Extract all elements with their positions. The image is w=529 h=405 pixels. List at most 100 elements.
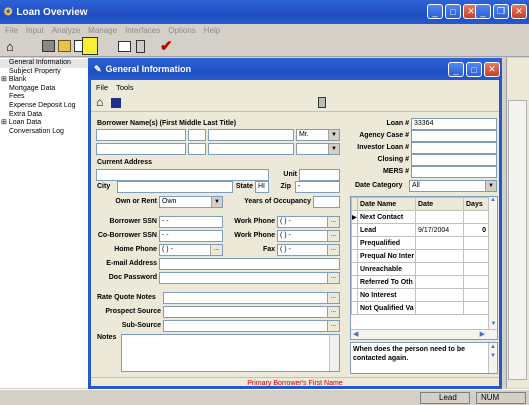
borrower-title-select[interactable]: Mr. ▼ xyxy=(296,129,340,141)
table-cell[interactable]: Prequal No Inter xyxy=(357,249,416,263)
scroll-left-icon[interactable]: ◀ xyxy=(353,330,358,338)
tree-item-loan-data[interactable]: ⊞ Loan Data xyxy=(0,119,90,128)
table-cell[interactable] xyxy=(415,288,464,302)
prospect-source-input[interactable]: ... xyxy=(163,306,340,318)
sub-source-input[interactable]: ... xyxy=(163,320,340,332)
table-cell[interactable]: 0 xyxy=(463,223,490,237)
coborrower-ssn-input[interactable]: - - xyxy=(159,230,223,242)
checkmark-icon[interactable]: ✔ xyxy=(160,37,173,55)
dialog-menu-file[interactable]: File xyxy=(96,83,108,92)
unit-input[interactable] xyxy=(299,169,340,181)
outer-close-button[interactable]: ✕ xyxy=(511,4,527,19)
outer-minimize-button[interactable]: _ xyxy=(475,4,491,19)
dialog-minimize-button[interactable]: _ xyxy=(448,62,464,77)
tree-item-fees[interactable]: Fees xyxy=(0,93,90,102)
rate-quote-notes-input[interactable]: ... xyxy=(163,292,340,304)
own-rent-select[interactable]: Own ▼ xyxy=(159,196,223,208)
table-row[interactable]: No Interest xyxy=(351,288,490,302)
menu-file[interactable]: File xyxy=(5,26,18,35)
work-phone-input[interactable]: ( ) -... xyxy=(277,216,340,228)
table-row[interactable]: Not Qualified Va xyxy=(351,301,490,315)
expand-plus-icon[interactable]: ⊞ xyxy=(1,119,9,126)
ellipsis-button[interactable]: ... xyxy=(327,293,339,303)
borrower-ssn-input[interactable]: - - xyxy=(159,216,223,228)
table-row[interactable]: ▶ Next Contact xyxy=(351,210,490,224)
email-input[interactable] xyxy=(159,258,340,270)
grid-vertical-scrollbar[interactable]: ▲ ▼ xyxy=(488,197,497,329)
scroll-down-icon[interactable]: ▼ xyxy=(489,321,497,327)
tree-item-subject-property[interactable]: Subject Property xyxy=(0,68,90,77)
table-cell[interactable] xyxy=(415,275,464,289)
menu-analyze[interactable]: Analyze xyxy=(52,26,80,35)
dialog-close-button[interactable]: ✕ xyxy=(484,62,500,77)
coborrower-title-select[interactable]: ▼ xyxy=(296,143,340,155)
loan-number-input[interactable]: 33364 xyxy=(411,118,497,130)
table-row[interactable]: Prequalified xyxy=(351,236,490,250)
table-cell[interactable] xyxy=(415,262,464,276)
table-row[interactable]: Referred To Oth xyxy=(351,275,490,289)
ellipsis-button[interactable]: ... xyxy=(327,307,339,317)
table-cell[interactable]: Lead xyxy=(357,223,416,237)
table-cell[interactable]: Not Qualified Va xyxy=(357,301,416,315)
tree-item-conversation-log[interactable]: Conversation Log xyxy=(0,128,90,137)
chevron-down-icon[interactable]: ▼ xyxy=(485,181,496,191)
table-cell[interactable] xyxy=(415,210,464,224)
notes-scrollbar[interactable] xyxy=(329,335,339,371)
scroll-right-icon[interactable]: ▶ xyxy=(480,330,485,338)
scroll-up-icon[interactable]: ▲ xyxy=(489,197,497,203)
table-cell[interactable]: No Interest xyxy=(357,288,416,302)
table-cell[interactable]: Next Contact xyxy=(357,210,416,224)
column-header-date[interactable]: Date xyxy=(415,197,464,211)
coborrower-last-name-input[interactable] xyxy=(208,143,294,155)
table-row[interactable]: Unreachable xyxy=(351,262,490,276)
ellipsis-button[interactable]: ... xyxy=(327,245,339,255)
city-input[interactable] xyxy=(117,181,233,193)
ellipsis-button[interactable]: ... xyxy=(327,321,339,331)
table-cell[interactable]: Referred To Oth xyxy=(357,275,416,289)
table-cell[interactable]: Prequalified xyxy=(357,236,416,250)
doc-password-input[interactable]: ... xyxy=(159,272,340,284)
chevron-down-icon[interactable]: ▼ xyxy=(328,130,339,140)
menu-help[interactable]: Help xyxy=(204,26,220,35)
calculator-icon[interactable] xyxy=(318,97,326,108)
minimize-button[interactable]: _ xyxy=(427,4,443,19)
dialog-menu-tools[interactable]: Tools xyxy=(116,83,134,92)
bank-icon[interactable]: ⌂ xyxy=(6,39,14,54)
coborrower-first-name-input[interactable] xyxy=(96,143,186,155)
column-header-days[interactable]: Days xyxy=(463,197,490,211)
borrower-middle-name-input[interactable] xyxy=(188,129,206,141)
menu-options[interactable]: Options xyxy=(168,26,196,35)
fax-input[interactable]: ( ) -... xyxy=(277,244,340,256)
table-row[interactable]: Lead 9/17/2004 0 xyxy=(351,223,490,237)
table-cell[interactable] xyxy=(463,275,490,289)
table-cell[interactable] xyxy=(463,262,490,276)
borrower-first-name-input[interactable] xyxy=(96,129,186,141)
work-phone-2-input[interactable]: ( ) -... xyxy=(277,230,340,242)
table-cell[interactable] xyxy=(463,288,490,302)
folder-icon[interactable] xyxy=(58,40,71,52)
ellipsis-button[interactable]: ... xyxy=(327,217,339,227)
column-header-date-name[interactable]: Date Name xyxy=(357,197,416,211)
tree-item-mortgage-data[interactable]: Mortgage Data xyxy=(0,85,90,94)
menu-manage[interactable]: Manage xyxy=(88,26,117,35)
help-scrollbar[interactable]: ▲ ▼ xyxy=(488,343,497,373)
table-cell[interactable] xyxy=(463,249,490,263)
grid-horizontal-scrollbar[interactable]: ◀ ▶ xyxy=(351,329,497,339)
table-cell[interactable] xyxy=(463,210,490,224)
home-phone-input[interactable]: ( ) -... xyxy=(159,244,223,256)
pen-icon[interactable] xyxy=(82,37,98,55)
agency-case-input[interactable] xyxy=(411,130,497,142)
zip-input[interactable]: - xyxy=(295,181,340,193)
bank-icon[interactable]: ⌂ xyxy=(96,95,103,109)
borrower-last-name-input[interactable] xyxy=(208,129,294,141)
save-icon[interactable] xyxy=(111,98,121,108)
ellipsis-button[interactable]: ... xyxy=(327,231,339,241)
date-category-select[interactable]: All ▼ xyxy=(409,180,497,192)
ellipsis-button[interactable]: ... xyxy=(210,245,222,255)
mers-input[interactable] xyxy=(411,166,497,178)
maximize-button[interactable]: □ xyxy=(445,4,461,19)
years-occupancy-input[interactable] xyxy=(313,196,340,208)
dialog-maximize-button[interactable]: □ xyxy=(466,62,482,77)
expand-plus-icon[interactable]: ⊞ xyxy=(1,76,9,83)
chevron-down-icon[interactable]: ▼ xyxy=(328,144,339,154)
